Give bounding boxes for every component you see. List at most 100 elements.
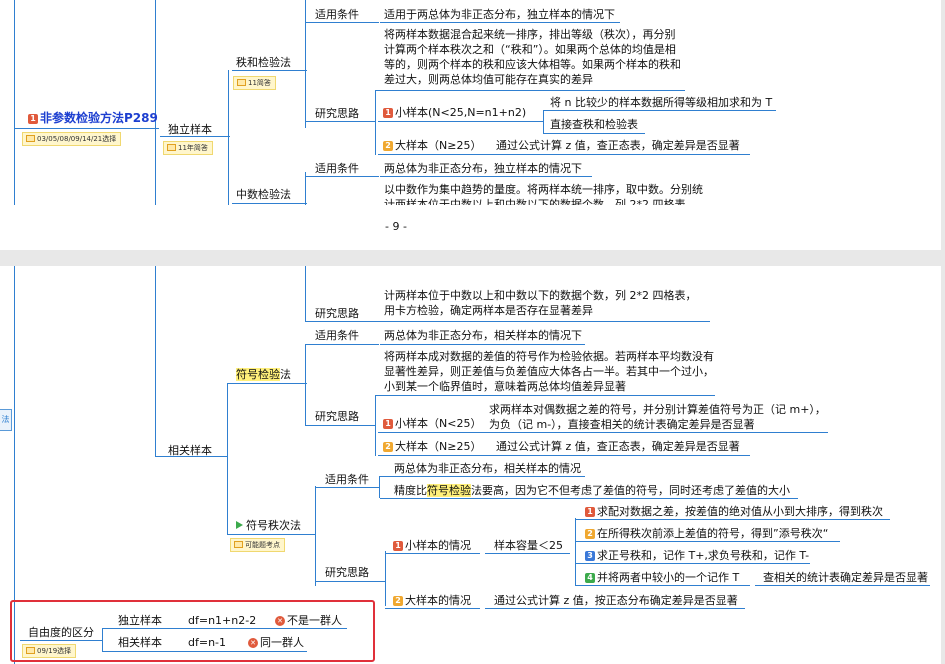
connector [232,70,307,71]
connector [155,266,156,456]
connector [375,90,685,91]
label-method: 研究思路 [325,566,369,579]
method-text: 将两样本数据混合起来统一排序，排出等级（秩次），再分别计算两个样本秩次之和（“秩… [384,28,681,86]
connector [378,455,750,456]
node-median-test: 中数检验法 [236,188,291,201]
large-sample-text: 通过公式计算 z 值，查正态表，确定差异是否显著 [496,139,740,152]
side-tab[interactable]: 法 [0,409,12,431]
sign-condition-text: 两总体为非正态分布，相关样本的情况下 [384,329,582,342]
connector [155,0,156,205]
connector [575,541,840,542]
step-4-tail: 查相关的统计表确定差异是否显著 [763,571,928,584]
df-independent-note: ✕ 不是一群人 [275,613,342,628]
connector [227,383,307,384]
connector [378,154,750,155]
connector [14,128,159,129]
label-condition: 适用条件 [315,162,359,175]
connector [102,628,103,652]
connector [315,486,316,586]
step-2-icon: 2 [585,529,595,539]
priority-1-icon: 1 [28,114,38,124]
connector [232,203,307,204]
sr-condition-b: 精度比符号检验法要高，因为它不但考虑了差值的符号，同时还考虑了差值的大小 [394,484,790,497]
connector [543,133,645,134]
priority-2-icon: 2 [393,596,403,606]
page-bottom: 法 计两样本位于中数以上和中数以下的数据个数，列 2*2 四格表，用卡方检验，确… [0,266,941,664]
step-4: 4 并将两者中较小的一个记作 T [585,570,739,585]
connector [102,651,307,652]
main-title: 1 非参数检验方法P289 [28,111,158,126]
node-small-sample: 1 小样本(N<25,N=n1+n2) [383,105,526,120]
connector [305,0,306,128]
df-related-label: 相关样本 [118,636,162,649]
sign-method-text: 将两样本成对数据的差值的符号作为检验依据。若两样本平均数没有显著性差异，则正差值… [384,350,714,393]
connector [575,585,750,586]
priority-2-icon: 2 [383,442,393,452]
connector [385,551,386,606]
median-method-text: 以中数作为集中趋势的量度。将两样本统一排序，取中数。分别统计两样本位于中数以上和… [384,183,703,205]
label-method: 研究思路 [315,410,359,423]
label-method: 研究思路 [315,307,359,320]
connector [305,321,710,322]
connector [485,608,745,609]
connector [755,585,930,586]
median-method-cont: 计两样本位于中数以上和中数以下的数据个数，列 2*2 四格表，用卡方检验，确定两… [384,289,697,317]
step-4-icon: 4 [585,573,595,583]
df-independent-formula: df=n1+n2-2 [188,614,257,627]
node-signed-rank-test: 符号秩次法 [236,518,301,533]
df-related-formula: df=n-1 [188,636,227,649]
label-condition: 适用条件 [325,473,369,486]
connector [375,90,376,155]
label-method: 研究思路 [315,107,359,120]
connector [385,553,480,554]
connector [385,608,480,609]
sign-large-text: 通过公式计算 z 值，查正态表，确定差异是否显著 [496,440,740,453]
close-icon: ✕ [275,616,285,626]
exam-tag: 可能题考点 [230,538,285,552]
connector [543,110,776,111]
connector [305,176,379,177]
close-icon: ✕ [248,638,258,648]
step-3: 3 求正号秩和，记作 T+,求负号秩和，记作 T- [585,548,809,563]
connector [375,395,376,456]
df-label: 自由度的区分 [28,626,94,639]
connector [380,498,798,499]
node-independent-sample: 独立样本 [168,123,212,136]
connector [380,344,585,345]
page-top: 1 非参数检验方法P289 03/05/08/09/14/21选择 独立样本 11… [0,0,941,250]
connector [305,344,306,426]
connector [305,266,306,322]
node-large-sample: 2 大样本（N≥25） [383,439,481,454]
node-sign-test: 符号检验法 [236,368,291,381]
priority-1-icon: 1 [383,419,393,429]
label-condition: 适用条件 [315,329,359,342]
sr-condition-a: 两总体为非正态分布，相关样本的情况 [394,462,581,475]
connector [315,487,379,488]
connector [378,121,543,122]
connector [227,384,228,534]
flag-icon [236,521,243,529]
df-related-note: ✕ 同一群人 [248,635,304,650]
connector [379,476,380,498]
step-1: 1 求配对数据之差，按差值的绝对值从小到大排序，得到秩次 [585,504,883,519]
exam-tag: 03/05/08/09/14/21选择 [22,132,122,146]
page-number: - 9 - [385,220,407,233]
connector [227,534,315,535]
condition-text: 适用于两总体为非正态分布，独立样本的情况下 [384,8,615,21]
connector [378,432,828,433]
priority-1-icon: 1 [383,108,393,118]
connector [380,22,620,23]
exam-tag: 11年简答 [163,141,213,155]
connector [575,519,890,520]
connector [315,581,385,582]
small-sample-step-b: 直接查秩和检验表 [550,118,638,131]
connector [305,425,375,426]
connector [20,640,102,641]
exam-tag: 09/19选择 [22,644,77,658]
sign-small-text: 求两样本对偶数据之差的符号，并分别计算差值符号为正（记 m+），为负（记 m-）… [489,403,826,431]
median-condition-text: 两总体为非正态分布，独立样本的情况下 [384,162,582,175]
df-independent-label: 独立样本 [118,614,162,627]
node-large-sample: 2 大样本（N≥25） [383,138,481,153]
priority-2-icon: 2 [383,141,393,151]
connector [485,553,570,554]
